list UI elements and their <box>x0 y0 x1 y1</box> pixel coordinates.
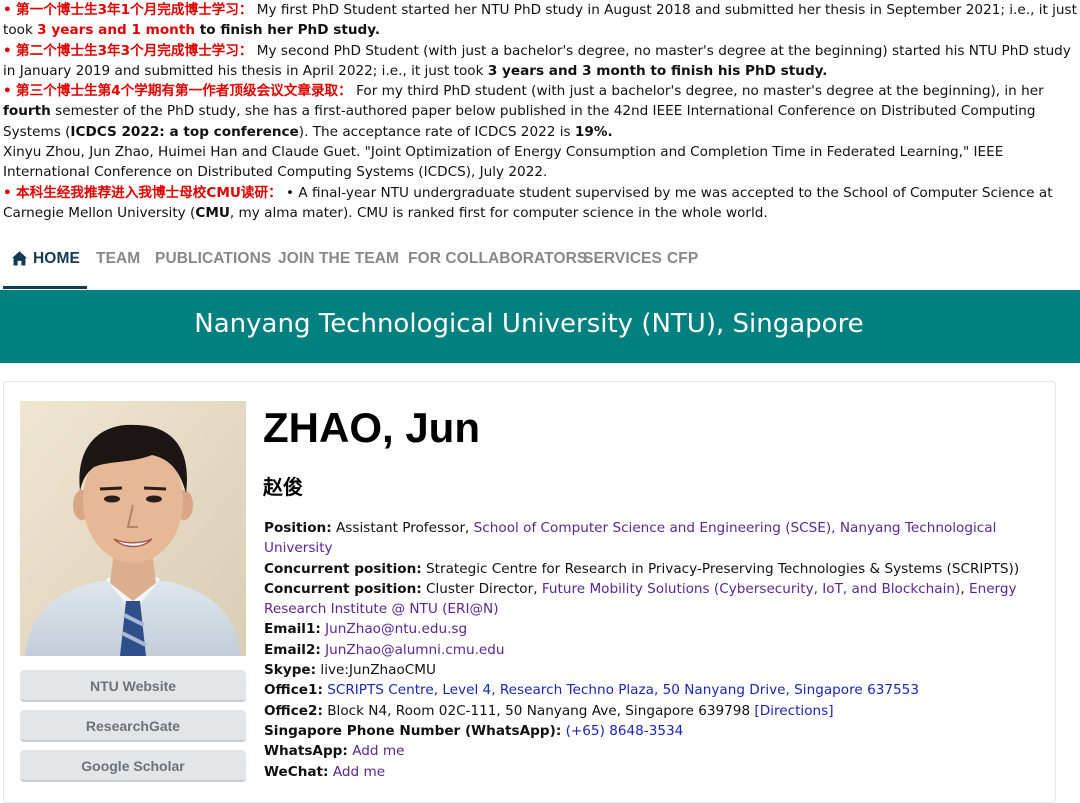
news-item-3-conference: ICDCS 2022: a top conference <box>70 123 299 140</box>
news-item-3-rate: 19%. <box>574 123 613 140</box>
skype-label: Skype: <box>264 662 317 679</box>
news-item-3-fourth: fourth <box>3 103 51 120</box>
office1-label: Office1: <box>264 682 323 699</box>
office2-label: Office2: <box>264 702 323 719</box>
office1-row: Office1: SCRIPTS Centre, Level 4, Resear… <box>264 680 1044 700</box>
nav-cfp[interactable]: CFP <box>667 249 698 279</box>
news-item-3: • 第三个博士生第4个学期有第一作者顶级会议文章录取： For my third… <box>3 81 1079 142</box>
news-item-4: • 本科生经我推荐进入我博士母校CMU读研： • A final-year NT… <box>3 183 1079 224</box>
portrait-image <box>20 401 246 656</box>
concurrent-position-2-sep: , <box>960 580 969 597</box>
wechat-row: WeChat: Add me <box>264 762 1044 782</box>
home-icon <box>12 251 27 266</box>
news-item-2-heading: 第二个博士生3年3个月完成博士学习： <box>16 42 253 59</box>
nav-for-collaborators[interactable]: FOR COLLABORATORS <box>408 249 587 279</box>
news-item-1-duration: 3 years and 1 month <box>37 22 196 39</box>
bullet: • <box>3 2 12 18</box>
news-section: • 第一个博士生3年1个月完成博士学习： My first PhD Studen… <box>0 0 1079 223</box>
banner-title: Nanyang Technological University (NTU), … <box>194 309 864 339</box>
concurrent-position-2-text: Cluster Director, <box>421 580 542 597</box>
email2-row: Email2: JunZhao@alumni.cmu.edu <box>264 640 1044 660</box>
news-item-1-heading: 第一个博士生3年1个月完成博士学习： <box>16 2 253 18</box>
position-label: Position: <box>264 520 332 536</box>
directions-link[interactable]: [Directions] <box>754 703 833 719</box>
nav-services[interactable]: SERVICES <box>583 249 662 279</box>
google-scholar-button[interactable]: Google Scholar <box>20 750 246 782</box>
ntu-website-button[interactable]: NTU Website <box>20 670 246 702</box>
office1-link[interactable]: SCRIPTS Centre, Level 4, Research Techno… <box>327 682 919 698</box>
concurrent-position-1-row: Concurrent position: Strategic Centre fo… <box>264 559 1044 579</box>
office2-row: Office2: Block N4, Room 02C-111, 50 Nany… <box>264 701 1044 721</box>
news-item-2: • 第二个博士生3年3个月完成博士学习： My second PhD Stude… <box>3 41 1079 82</box>
bullet: • <box>3 83 12 100</box>
nav-home[interactable]: HOME <box>33 249 80 279</box>
news-item-3-text: For my third PhD student (with just a ba… <box>351 83 1044 100</box>
profile-name: ZHAO, Jun <box>263 404 480 451</box>
profile-photo <box>20 401 246 656</box>
news-item-3-text-e: ). The acceptance rate of ICDCS 2022 is <box>298 123 575 140</box>
whatsapp-row: WhatsApp: Add me <box>264 741 1044 761</box>
skype-row: Skype: live:JunZhaoCMU <box>264 660 1044 680</box>
email1-link[interactable]: JunZhao@ntu.edu.sg <box>325 621 467 637</box>
email1-row: Email1: JunZhao@ntu.edu.sg <box>264 619 1044 639</box>
phone-row: Singapore Phone Number (WhatsApp): (+65)… <box>264 721 1044 741</box>
news-item-4-heading: 本科生经我推荐进入我博士母校CMU读研： <box>16 184 282 201</box>
researchgate-button[interactable]: ResearchGate <box>20 710 246 742</box>
wechat-link[interactable]: Add me <box>333 764 385 780</box>
position-text: Assistant Professor, <box>331 520 474 536</box>
news-item-4-text-c: , my alma mater). CMU is ranked first fo… <box>229 204 768 221</box>
concurrent-position-2-label: Concurrent position: <box>264 580 422 597</box>
news-item-1-tail: to finish her PhD study. <box>195 22 380 39</box>
concurrent-position-2-row: Concurrent position: Cluster Director, F… <box>264 579 1044 620</box>
email2-label: Email2: <box>264 641 321 658</box>
whatsapp-link[interactable]: Add me <box>352 743 404 759</box>
concurrent-position-1-text: Strategic Centre for Research in Privacy… <box>421 560 1020 577</box>
wechat-label: WeChat: <box>264 763 329 780</box>
concurrent-position-1-label: Concurrent position: <box>264 560 422 577</box>
news-item-3-citation: Xinyu Zhou, Jun Zhao, Huimei Han and Cla… <box>3 144 1004 181</box>
news-item-4-cmu: CMU <box>195 204 230 221</box>
main-nav: HOME TEAM PUBLICATIONS JOIN THE TEAM FOR… <box>0 241 1080 289</box>
whatsapp-label: WhatsApp: <box>264 743 348 760</box>
phone-label: Singapore Phone Number (WhatsApp): <box>264 722 562 739</box>
nav-team[interactable]: TEAM <box>96 249 140 279</box>
skype-value: live:JunZhaoCMU <box>316 662 436 679</box>
nav-publications[interactable]: PUBLICATIONS <box>155 249 271 279</box>
university-banner: Nanyang Technological University (NTU), … <box>0 290 1080 363</box>
news-item-3-heading: 第三个博士生第4个学期有第一作者顶级会议文章录取： <box>16 83 352 100</box>
email2-link[interactable]: JunZhao@alumni.cmu.edu <box>325 642 504 658</box>
phone-link[interactable]: (+65) 8648-3534 <box>566 723 684 739</box>
news-item-1: • 第一个博士生3年1个月完成博士学习： My first PhD Studen… <box>3 0 1079 41</box>
bullet: • <box>3 184 12 201</box>
bullet: • <box>3 42 12 59</box>
profile-chinese-name: 赵俊 <box>263 475 303 499</box>
email1-label: Email1: <box>264 621 321 638</box>
news-item-2-tail: 3 years and 3 month to finish his PhD st… <box>487 62 828 79</box>
nav-join-the-team[interactable]: JOIN THE TEAM <box>278 249 399 279</box>
nav-home-underline <box>3 286 87 289</box>
office2-text: Block N4, Room 02C-111, 50 Nanyang Ave, … <box>322 702 755 719</box>
profile-info: Position: Assistant Professor, School of… <box>264 518 1044 782</box>
future-mobility-link[interactable]: Future Mobility Solutions (Cybersecurity… <box>542 581 960 597</box>
position-row: Position: Assistant Professor, School of… <box>264 518 1044 559</box>
